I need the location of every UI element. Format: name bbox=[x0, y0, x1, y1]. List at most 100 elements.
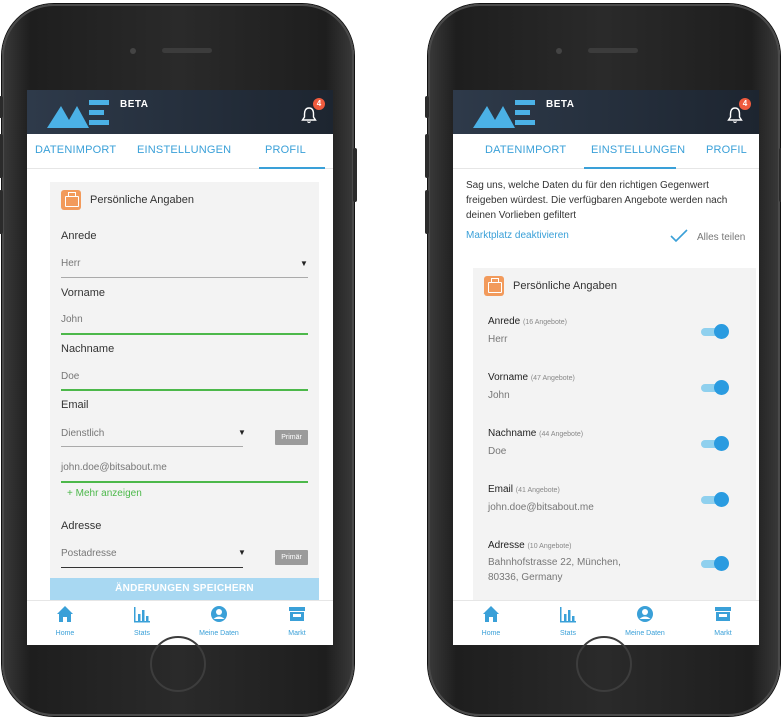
save-changes-button[interactable]: ÄNDERUNGEN SPEICHERN bbox=[50, 578, 319, 600]
field-value-anrede: Herr bbox=[488, 334, 508, 345]
email-field[interactable]: john.doe@bitsabout.me bbox=[61, 462, 167, 473]
logo-icon bbox=[473, 100, 535, 128]
nachname-label: Nachname bbox=[61, 343, 115, 355]
nav-stats[interactable]: Stats bbox=[112, 605, 172, 637]
email-type-select[interactable]: Dienstlich bbox=[61, 428, 104, 439]
mute-switch bbox=[425, 96, 429, 118]
chevron-down-icon[interactable]: ▼ bbox=[300, 259, 308, 268]
user-circle-icon bbox=[211, 606, 227, 622]
logo-icon bbox=[47, 100, 109, 128]
intro-text: Sag uns, welche Daten du für den richtig… bbox=[466, 180, 728, 221]
toggle-nachname[interactable] bbox=[701, 436, 729, 451]
screen: BETA 4 DATENIMPORT EINSTELLUNGEN PROFIL … bbox=[453, 90, 759, 645]
front-camera bbox=[556, 48, 562, 54]
beta-label: BETA bbox=[546, 99, 575, 110]
address-type-underline bbox=[61, 567, 243, 568]
nav-label: Home bbox=[55, 630, 75, 637]
toggle-anrede[interactable] bbox=[701, 324, 729, 339]
id-card-icon bbox=[61, 190, 81, 210]
check-icon[interactable] bbox=[670, 229, 688, 243]
adresse-label: Adresse bbox=[61, 520, 102, 532]
nav-markt[interactable]: Markt bbox=[267, 605, 327, 637]
volume-up-button bbox=[0, 134, 3, 178]
store-icon bbox=[289, 607, 305, 621]
volume-down-button bbox=[425, 190, 429, 234]
screen: BETA 4 DATENIMPORT EINSTELLUNGEN PROFIL … bbox=[27, 90, 333, 645]
personal-info-card: Persönliche Angaben Anrede Herr ▼ Vornam… bbox=[50, 182, 319, 612]
field-label-adresse: Adresse (10 Angebote) bbox=[488, 540, 572, 551]
email-type-underline bbox=[61, 446, 243, 447]
stats-icon bbox=[560, 607, 576, 623]
phone-right: BETA 4 DATENIMPORT EINSTELLUNGEN PROFIL … bbox=[425, 4, 781, 716]
address-type-select[interactable]: Postadresse bbox=[61, 548, 117, 559]
earpiece-speaker bbox=[588, 48, 638, 53]
home-button[interactable] bbox=[150, 636, 206, 692]
chevron-down-icon[interactable]: ▼ bbox=[238, 428, 246, 437]
nav-home[interactable]: Home bbox=[461, 605, 521, 637]
store-icon bbox=[715, 607, 731, 621]
phone-left: BETA 4 DATENIMPORT EINSTELLUNGEN PROFIL … bbox=[0, 4, 357, 716]
volume-up-button bbox=[425, 134, 429, 178]
nav-label: Markt bbox=[288, 630, 306, 637]
nav-stats[interactable]: Stats bbox=[538, 605, 598, 637]
tab-einstellungen[interactable]: EINSTELLUNGEN bbox=[591, 144, 685, 156]
home-icon bbox=[57, 606, 73, 622]
primary-badge[interactable]: Primär bbox=[275, 550, 308, 565]
tab-bar: DATENIMPORT EINSTELLUNGEN PROFIL bbox=[27, 134, 333, 169]
nav-meine-daten[interactable]: Meine Daten bbox=[615, 605, 675, 637]
field-value-nachname: Doe bbox=[488, 446, 507, 457]
field-label-nachname: Nachname (44 Angebote) bbox=[488, 428, 584, 439]
email-underline bbox=[61, 481, 308, 483]
nav-meine-daten[interactable]: Meine Daten bbox=[189, 605, 249, 637]
marketplace-deactivate-link[interactable]: Marktplatz deaktivieren bbox=[466, 230, 569, 241]
notification-badge: 4 bbox=[313, 98, 325, 110]
show-more-link[interactable]: + Mehr anzeigen bbox=[67, 488, 142, 499]
vorname-field[interactable]: John bbox=[61, 314, 83, 325]
field-label-anrede: Anrede (16 Angebote) bbox=[488, 316, 568, 327]
anrede-select[interactable]: Herr bbox=[61, 258, 80, 269]
card-title: Persönliche Angaben bbox=[90, 194, 194, 206]
notification-badge: 4 bbox=[739, 98, 751, 110]
nav-home[interactable]: Home bbox=[35, 605, 95, 637]
personal-info-card: Persönliche Angaben Anrede (16 Angebote)… bbox=[473, 268, 756, 603]
chevron-down-icon[interactable]: ▼ bbox=[238, 548, 246, 557]
power-button bbox=[353, 148, 357, 202]
nav-label: Meine Daten bbox=[199, 630, 239, 637]
user-circle-icon bbox=[637, 606, 653, 622]
nav-label: Meine Daten bbox=[625, 630, 665, 637]
tab-datenimport[interactable]: DATENIMPORT bbox=[485, 144, 566, 156]
field-value-email: john.doe@bitsabout.me bbox=[488, 502, 594, 513]
home-button[interactable] bbox=[576, 636, 632, 692]
stats-icon bbox=[134, 607, 150, 623]
beta-label: BETA bbox=[120, 99, 149, 110]
nav-label: Markt bbox=[714, 630, 732, 637]
anrede-label: Anrede bbox=[61, 230, 97, 242]
vorname-label: Vorname bbox=[61, 287, 106, 299]
tab-profil[interactable]: PROFIL bbox=[706, 144, 747, 156]
nachname-underline bbox=[61, 389, 308, 391]
card-title: Persönliche Angaben bbox=[513, 280, 617, 292]
tab-einstellungen[interactable]: EINSTELLUNGEN bbox=[137, 144, 231, 156]
field-label-vorname: Vorname (47 Angebote) bbox=[488, 372, 575, 383]
field-label-email: Email (41 Angebote) bbox=[488, 484, 560, 495]
nav-label: Home bbox=[481, 630, 501, 637]
field-value-adresse: Bahnhofstrasse 22, München, 80336, Germa… bbox=[488, 557, 621, 583]
app-header: BETA 4 bbox=[453, 90, 759, 134]
toggle-vorname[interactable] bbox=[701, 380, 729, 395]
tab-datenimport[interactable]: DATENIMPORT bbox=[35, 144, 116, 156]
nav-markt[interactable]: Markt bbox=[693, 605, 753, 637]
volume-down-button bbox=[0, 190, 3, 234]
tab-profil[interactable]: PROFIL bbox=[265, 144, 306, 156]
primary-badge[interactable]: Primär bbox=[275, 430, 308, 445]
nav-label: Stats bbox=[560, 630, 576, 637]
home-icon bbox=[483, 606, 499, 622]
field-value-vorname: John bbox=[488, 390, 510, 401]
toggle-email[interactable] bbox=[701, 492, 729, 507]
toggle-adresse[interactable] bbox=[701, 556, 729, 571]
id-card-icon bbox=[484, 276, 504, 296]
tab-bar: DATENIMPORT EINSTELLUNGEN PROFIL bbox=[453, 134, 759, 169]
share-all-label[interactable]: Alles teilen bbox=[697, 232, 745, 243]
app-header: BETA 4 bbox=[27, 90, 333, 134]
mute-switch bbox=[0, 96, 3, 118]
nachname-field[interactable]: Doe bbox=[61, 371, 79, 382]
